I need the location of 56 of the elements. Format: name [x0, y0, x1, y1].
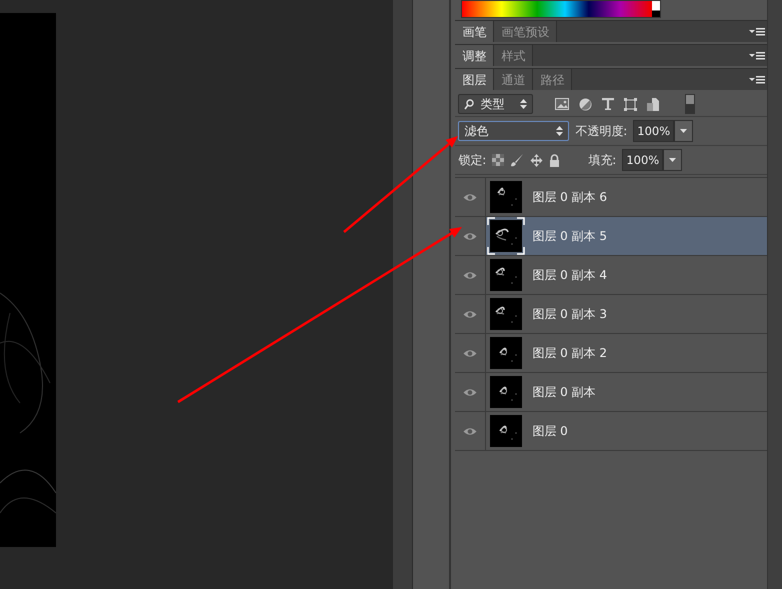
visibility-eye-icon[interactable] [463, 192, 478, 202]
layer-row[interactable]: 图层 0 副本 6 [486, 178, 768, 216]
panel-tab[interactable]: 调整 [455, 45, 494, 66]
move-icon[interactable] [530, 154, 544, 166]
visibility-eye-icon[interactable] [463, 270, 478, 280]
fill-field[interactable]: 100% [622, 149, 664, 171]
filter-toggle-icon[interactable] [685, 94, 696, 114]
layer-row[interactable]: 图层 0 副本 2 [486, 334, 768, 372]
layer-row[interactable]: 图层 0 副本 3 [486, 295, 768, 333]
layer-name: 图层 0 [532, 422, 568, 440]
visibility-eye-icon[interactable] [463, 426, 478, 436]
filter-kind-dropdown[interactable]: 类型 [458, 94, 534, 114]
opacity-label: 不透明度: [575, 122, 628, 140]
search-icon [464, 98, 474, 110]
opacity-dropdown-button[interactable] [674, 120, 694, 142]
panel-tab[interactable]: 路径 [533, 69, 572, 90]
fill-dropdown-button[interactable] [663, 149, 682, 171]
panel-tab[interactable]: 画笔 [455, 21, 494, 42]
layer-name: 图层 0 副本 6 [532, 188, 607, 206]
caret-icon [669, 158, 676, 162]
visibility-eye-icon[interactable] [463, 348, 478, 358]
caret-icon [680, 129, 688, 133]
lock-label: 锁定: [458, 152, 486, 168]
updown-caret-icon [520, 99, 528, 109]
panel-tab[interactable]: 画笔预设 [494, 21, 558, 42]
image-icon[interactable] [555, 98, 570, 110]
panel-menu-icon[interactable] [749, 74, 766, 84]
lock-transparency-icon[interactable] [492, 154, 504, 166]
layer-name: 图层 0 副本 2 [532, 344, 607, 362]
panel-menu-icon[interactable] [749, 50, 766, 60]
transform-box-icon[interactable] [624, 98, 638, 110]
visibility-eye-icon[interactable] [463, 232, 478, 240]
opacity-field[interactable]: 100% [633, 120, 674, 142]
layer-name: 图层 0 副本 [532, 384, 596, 400]
visibility-eye-icon[interactable] [463, 310, 478, 318]
layer-name: 图层 0 副本 5 [532, 228, 607, 244]
panel-menu-icon[interactable] [749, 26, 766, 36]
scrollbar[interactable] [767, 0, 782, 589]
padlock-icon[interactable] [549, 154, 560, 166]
panel-tab[interactable]: 样式 [494, 45, 534, 66]
layer-row[interactable]: 图层 0 副本 [486, 373, 768, 411]
half-circle-icon[interactable] [579, 98, 592, 110]
layer-row[interactable]: 图层 0 [486, 412, 768, 450]
layer-row[interactable]: 图层 0 副本 4 [486, 256, 768, 294]
blend-mode-dropdown[interactable]: 滤色 [458, 121, 570, 141]
color-spectrum[interactable] [461, 0, 662, 18]
layer-row[interactable]: 图层 0 副本 5 [486, 217, 768, 255]
type-icon[interactable] [602, 98, 614, 110]
panel-tab[interactable]: 图层 [455, 69, 494, 90]
smart-object-icon[interactable] [647, 98, 660, 110]
visibility-eye-icon[interactable] [463, 388, 478, 396]
layer-name: 图层 0 副本 3 [532, 306, 607, 322]
panel-tab[interactable]: 通道 [494, 69, 534, 90]
layer-name: 图层 0 副本 4 [532, 266, 607, 284]
fill-label: 填充: [588, 152, 616, 168]
updown-caret-icon [556, 126, 564, 136]
